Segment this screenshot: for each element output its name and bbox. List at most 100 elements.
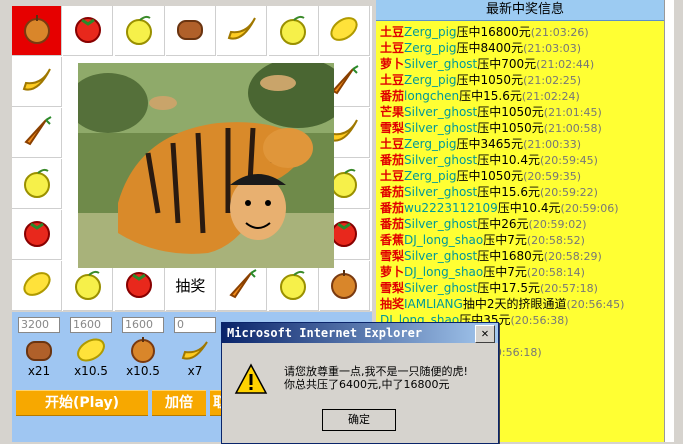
news-time: (21:02:44)	[536, 58, 595, 71]
news-item: 土豆Zerg_pig压中1050元(21:02:25)	[376, 72, 674, 88]
news-action: 压中15.6元	[459, 89, 522, 103]
news-fruit: 雪梨	[380, 121, 405, 135]
news-fruit: 香蕉	[380, 233, 405, 247]
news-user: Zerg_pig	[404, 25, 457, 39]
news-user: Zerg_pig	[404, 73, 457, 87]
warning-icon	[234, 363, 268, 394]
news-fruit: 土豆	[380, 25, 405, 39]
news-fruit: 土豆	[380, 73, 405, 87]
news-fruit: 土豆	[380, 169, 405, 183]
dialog-line-2: 你总共压了6400元,中了16800元	[284, 378, 450, 391]
bet-bread[interactable]: x21	[16, 336, 62, 382]
lemon-icon	[327, 12, 361, 50]
board-cell: 抽奖	[165, 261, 216, 311]
news-action: 压中3465元	[456, 137, 524, 151]
news-action: 压中10.4元	[497, 201, 561, 215]
news-time: (20:59:22)	[539, 186, 598, 199]
news-action: 压中15.6元	[477, 185, 540, 199]
news-action: 压中1050元	[477, 105, 544, 119]
news-action: 抽中2天的挤眼通道	[462, 297, 567, 311]
start-button[interactable]: 开始(Play)	[16, 390, 148, 416]
news-action: 压中8400元	[456, 41, 524, 55]
news-item: 萝卜Silver_ghost压中700元(21:02:44)	[376, 56, 674, 72]
carrot-icon	[20, 114, 54, 152]
bet-input-4[interactable]: 0	[174, 317, 216, 333]
news-time: (21:02:25)	[523, 74, 582, 87]
news-item: 土豆Zerg_pig压中1050元(20:59:35)	[376, 168, 674, 184]
banana-icon	[181, 341, 208, 360]
news-fruit: 雪梨	[380, 281, 405, 295]
news-user: Silver_ghost	[404, 281, 478, 295]
news-item: 雪梨Silver_ghost压中1050元(21:00:58)	[376, 120, 674, 136]
news-item: 番茄Silver_ghost压中26元(20:59:02)	[376, 216, 674, 232]
bet-input-3[interactable]: 1600	[122, 317, 164, 333]
news-time: (21:03:03)	[523, 42, 582, 55]
ok-button[interactable]: 确定	[322, 409, 396, 431]
pear-icon	[276, 267, 310, 305]
lottery-label: 抽奖	[175, 277, 206, 295]
board-cell	[12, 108, 62, 158]
news-time: (20:59:06)	[560, 202, 619, 215]
bet-mult-1: x21	[27, 364, 51, 378]
banana-icon	[225, 12, 259, 50]
close-icon[interactable]: ✕	[475, 325, 495, 343]
news-time: (21:00:58)	[543, 122, 602, 135]
news-action: 压中17.5元	[477, 281, 540, 295]
news-action: 压中10.4元	[477, 153, 540, 167]
news-time: (20:56:38)	[510, 314, 569, 327]
bet-apple[interactable]: x10.5	[120, 336, 166, 382]
news-user: Silver_ghost	[404, 57, 478, 71]
apple-icon	[131, 337, 155, 363]
news-item: 土豆Zerg_pig压中16800元(21:03:26)	[376, 24, 674, 40]
bet-lemon[interactable]: x10.5	[68, 336, 114, 382]
news-fruit: 萝卜	[380, 265, 405, 279]
board-cell	[12, 6, 62, 56]
lemon-icon	[20, 267, 54, 305]
tomato-icon	[122, 267, 156, 305]
news-user: Silver_ghost	[404, 105, 478, 119]
pear-icon	[276, 12, 310, 50]
board-cell	[12, 57, 62, 107]
news-user: Silver_ghost	[404, 121, 478, 135]
news-user: longchen	[404, 89, 460, 103]
news-user: Silver_ghost	[404, 249, 478, 263]
news-action: 压中1050元	[456, 73, 524, 87]
board-cell	[63, 6, 114, 56]
board-cell	[268, 261, 319, 311]
game-board: 抽奖	[12, 6, 372, 311]
news-time: (20:58:29)	[543, 250, 602, 263]
news-user: Zerg_pig	[404, 169, 457, 183]
double-button[interactable]: 加倍	[152, 390, 206, 416]
bet-input-2[interactable]: 1600	[70, 317, 112, 333]
news-user: Zerg_pig	[404, 41, 457, 55]
bread-icon	[26, 341, 52, 361]
board-cell	[319, 6, 370, 56]
news-item: 番茄Silver_ghost压中10.4元(20:59:45)	[376, 152, 674, 168]
news-action: 压中7元	[483, 233, 527, 247]
news-action: 压中700元	[477, 57, 537, 71]
board-cell	[165, 6, 216, 56]
bet-input-1[interactable]: 3200	[18, 317, 60, 333]
apple-icon	[20, 12, 54, 50]
news-fruit: 土豆	[380, 137, 405, 151]
news-user: IAMLIANG	[404, 297, 463, 311]
news-scrollbar[interactable]	[664, 0, 674, 442]
apple-icon	[327, 267, 361, 305]
news-fruit: 番茄	[380, 153, 405, 167]
dialog-line-1: 请您放尊重一点,我不是一只随便的虎!	[284, 365, 468, 378]
bet-banana[interactable]: x7	[172, 336, 218, 382]
news-item: 番茄Silver_ghost压中15.6元(20:59:22)	[376, 184, 674, 200]
lemon-icon	[77, 338, 105, 362]
news-fruit: 番茄	[380, 201, 405, 215]
tomato-icon	[71, 12, 105, 50]
news-action: 压中1680元	[477, 249, 544, 263]
news-fruit: 雪梨	[380, 249, 405, 263]
news-item: 芒果Silver_ghost压中1050元(21:01:45)	[376, 104, 674, 120]
bet-mult-4: x7	[187, 364, 203, 378]
board-cell	[268, 6, 319, 56]
board-cell	[12, 261, 62, 311]
pear-icon	[122, 12, 156, 50]
news-time: (20:57:18)	[539, 282, 598, 295]
news-user: Silver_ghost	[404, 185, 478, 199]
board-cell	[319, 261, 370, 311]
